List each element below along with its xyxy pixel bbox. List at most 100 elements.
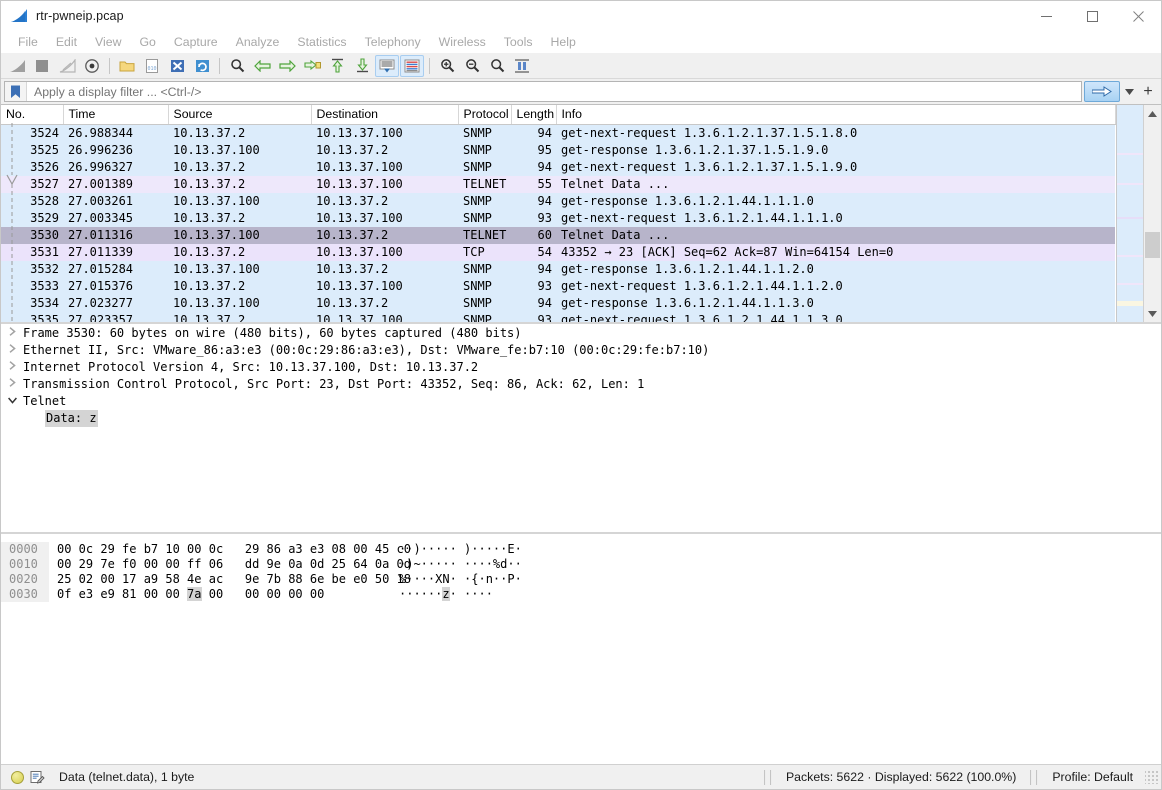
find-packet-icon[interactable] — [225, 55, 249, 77]
go-to-packet-icon[interactable] — [300, 55, 324, 77]
column-header-time[interactable]: Time — [63, 105, 169, 125]
maximize-button[interactable] — [1069, 1, 1115, 31]
column-header-no[interactable]: No. — [1, 105, 64, 125]
intelligent-scrollbar-minimap[interactable] — [1115, 105, 1143, 322]
apply-filter-button[interactable] — [1084, 81, 1120, 102]
detail-row[interactable]: Internet Protocol Version 4, Src: 10.13.… — [1, 359, 1161, 376]
add-filter-button[interactable]: + — [1138, 81, 1158, 102]
auto-scroll-icon[interactable] — [375, 54, 399, 77]
table-row[interactable]: 3527 27.001389 10.13.37.2 10.13.37.100 TELNE… — [1, 176, 1116, 193]
scrollbar-track[interactable] — [1144, 122, 1161, 305]
column-header-protocol[interactable]: Protocol — [458, 105, 512, 125]
cell-dst: 10.13.37.2 — [316, 194, 389, 208]
menu-file[interactable]: File — [9, 33, 47, 51]
hex-ascii: ·)~····· ····%d·· — [399, 557, 522, 571]
resize-grip[interactable] — [1145, 770, 1159, 784]
zoom-reset-icon[interactable] — [485, 55, 509, 77]
resize-columns-icon[interactable] — [510, 55, 534, 77]
table-row[interactable]: 3535 27.023357 10.13.37.2 10.13.37.100 SNMP 9… — [1, 312, 1116, 322]
menu-wireless[interactable]: Wireless — [430, 33, 495, 51]
go-forward-icon[interactable] — [275, 55, 299, 77]
start-capture-icon[interactable] — [5, 55, 29, 77]
cell-dst: 10.13.37.100 — [316, 313, 403, 322]
bookmark-icon[interactable] — [5, 82, 27, 101]
cell-len: 93 — [537, 211, 552, 225]
column-header-length[interactable]: Length — [511, 105, 557, 125]
menu-view[interactable]: View — [86, 33, 130, 51]
table-row[interactable]: 3525 26.996236 10.13.37.100 10.13.37.2 SNMP 9… — [1, 142, 1116, 159]
cell-time: 26.996236 — [68, 143, 134, 157]
menu-statistics[interactable]: Statistics — [288, 33, 355, 51]
scroll-up-icon[interactable] — [1144, 105, 1161, 122]
cell-dst: 10.13.37.2 — [316, 296, 389, 310]
hex-row[interactable]: 0030 0f e3 e9 81 00 00 7a 00 00 00 00 00 ·… — [1, 587, 1161, 602]
table-row[interactable]: 3529 27.003345 10.13.37.2 10.13.37.100 SNMP 9… — [1, 210, 1116, 227]
menu-capture[interactable]: Capture — [165, 33, 227, 51]
open-file-icon[interactable] — [115, 55, 139, 77]
capture-comment-icon[interactable] — [30, 770, 45, 785]
close-button[interactable] — [1115, 1, 1161, 31]
go-back-icon[interactable] — [250, 55, 274, 77]
restart-capture-icon[interactable] — [55, 55, 79, 77]
table-row[interactable]: 3531 27.011339 10.13.37.2 10.13.37.100 TCP 54… — [1, 244, 1116, 261]
packet-details-pane[interactable]: Frame 3530: 60 bytes on wire (480 bits),… — [1, 322, 1161, 532]
menu-bar: File Edit View Go Capture Analyze Statis… — [1, 31, 1161, 53]
display-filter-input-wrap[interactable] — [4, 81, 1082, 102]
go-first-packet-icon[interactable] — [325, 55, 349, 77]
detail-row[interactable]: Ethernet II, Src: VMware_86:a3:e3 (00:0c… — [1, 342, 1161, 359]
chevron-right-icon[interactable] — [1, 325, 23, 342]
menu-edit[interactable]: Edit — [47, 33, 86, 51]
selected-field[interactable]: Data: z — [45, 410, 98, 427]
search-input[interactable] — [27, 83, 1081, 100]
window-controls — [1023, 1, 1161, 31]
chevron-down-icon[interactable] — [1, 393, 23, 410]
scrollbar-thumb[interactable] — [1144, 232, 1160, 258]
expert-info-icon[interactable] — [11, 770, 24, 784]
capture-options-icon[interactable] — [80, 55, 104, 77]
table-row[interactable]: 3528 27.003261 10.13.37.100 10.13.37.2 SNMP 9… — [1, 193, 1116, 210]
colorize-icon[interactable] — [400, 54, 424, 77]
detail-row[interactable]: Telnet — [1, 393, 1161, 410]
detail-row[interactable]: Frame 3530: 60 bytes on wire (480 bits),… — [1, 325, 1161, 342]
column-header-destination[interactable]: Destination — [311, 105, 459, 125]
hex-row[interactable]: 0020 25 02 00 17 a9 58 4e ac 9e 7b 88 6e … — [1, 572, 1161, 587]
table-row[interactable]: 3526 26.996327 10.13.37.2 10.13.37.100 SNMP 9… — [1, 159, 1116, 176]
menu-tools[interactable]: Tools — [495, 33, 542, 51]
menu-help[interactable]: Help — [542, 33, 585, 51]
menu-telephony[interactable]: Telephony — [356, 33, 430, 51]
table-row[interactable]: 3534 27.023277 10.13.37.100 10.13.37.2 SNMP 9… — [1, 295, 1116, 312]
detail-child-row[interactable]: Data: z — [1, 410, 1161, 427]
zoom-in-icon[interactable] — [435, 55, 459, 77]
save-file-icon[interactable]: 010 — [140, 55, 164, 77]
menu-go[interactable]: Go — [130, 33, 164, 51]
hex-row[interactable]: 0010 00 29 7e f0 00 00 ff 06 dd 9e 0a 0d … — [1, 557, 1161, 572]
chevron-down-icon[interactable] — [1120, 81, 1138, 102]
minimize-button[interactable] — [1023, 1, 1069, 31]
close-file-icon[interactable] — [165, 55, 189, 77]
detail-row-text: Ethernet II, Src: VMware_86:a3:e3 (00:0c… — [23, 343, 710, 357]
table-row[interactable]: 3524 26.988344 10.13.37.2 10.13.37.100 SNMP 9… — [1, 124, 1116, 142]
zoom-out-icon[interactable] — [460, 55, 484, 77]
detail-row[interactable]: Transmission Control Protocol, Src Port:… — [1, 376, 1161, 393]
table-row[interactable]: 3530 27.011316 10.13.37.100 10.13.37.2 TELNE… — [1, 227, 1116, 244]
chevron-right-icon[interactable] — [1, 359, 23, 376]
chevron-right-icon[interactable] — [1, 376, 23, 393]
packet-list-body: 3524 26.988344 10.13.37.2 10.13.37.100 SNMP 9… — [1, 124, 1116, 322]
table-row[interactable]: 3532 27.015284 10.13.37.100 10.13.37.2 SNMP 9… — [1, 261, 1116, 278]
stop-capture-icon[interactable] — [30, 55, 54, 77]
cell-info: get-next-request 1.3.6.1.2.1.44.1.1.3.0 — [561, 313, 843, 322]
cell-time: 27.011339 — [68, 245, 134, 259]
table-row[interactable]: 3533 27.015376 10.13.37.2 10.13.37.100 SNMP 9… — [1, 278, 1116, 295]
status-profile[interactable]: Profile: Default — [1040, 770, 1145, 784]
column-header-info[interactable]: Info — [556, 105, 1116, 125]
cell-time: 27.003261 — [68, 194, 134, 208]
hex-row[interactable]: 0000 00 0c 29 fe b7 10 00 0c 29 86 a3 e3 … — [1, 542, 1161, 557]
chevron-right-icon[interactable] — [1, 342, 23, 359]
scroll-down-icon[interactable] — [1144, 305, 1161, 322]
go-last-packet-icon[interactable] — [350, 55, 374, 77]
menu-analyze[interactable]: Analyze — [227, 33, 289, 51]
packet-bytes-pane[interactable]: 0000 00 0c 29 fe b7 10 00 0c 29 86 a3 e3 … — [1, 532, 1161, 764]
packet-list-scrollbar[interactable] — [1142, 105, 1161, 322]
column-header-source[interactable]: Source — [168, 105, 312, 125]
reload-file-icon[interactable] — [190, 55, 214, 77]
